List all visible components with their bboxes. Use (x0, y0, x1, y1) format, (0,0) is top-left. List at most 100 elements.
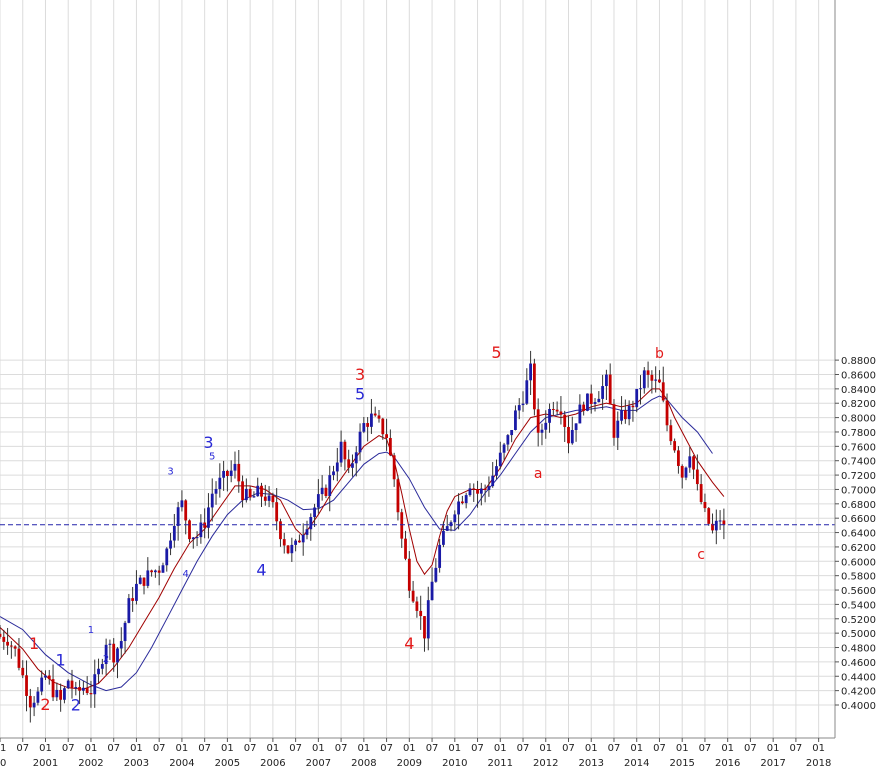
y-tick-label: 0.6200 (841, 543, 876, 554)
candle-body (305, 529, 309, 535)
candle-body (184, 500, 188, 521)
wave-label: 2 (71, 696, 81, 715)
x-year-label: 2003 (124, 758, 149, 769)
candle-body (555, 409, 559, 412)
x-month-label: 01 (676, 743, 689, 754)
candle-body (55, 689, 59, 698)
wave-label: b (655, 346, 664, 362)
wave-label: 1 (56, 650, 66, 669)
candle-body (127, 598, 131, 623)
candle-body (218, 477, 222, 489)
candle-body (491, 475, 495, 487)
candle-body (51, 679, 55, 698)
x-month-label: 01 (267, 743, 280, 754)
wave-label: 3 (355, 365, 365, 384)
x-month-label: 07 (244, 743, 257, 754)
candle-body (157, 570, 161, 573)
candle-body (191, 537, 195, 540)
candle-body (146, 570, 150, 586)
wave-label: 2 (103, 654, 109, 665)
wave-label: 2 (40, 695, 50, 714)
candle-body (0, 633, 2, 637)
candle-body (150, 570, 153, 573)
candle-body (6, 641, 9, 646)
candle-body (85, 687, 89, 693)
x-year-label: 2009 (397, 758, 422, 769)
candle-body (362, 423, 366, 432)
candle-body (627, 405, 631, 420)
candle-body (210, 493, 214, 508)
candle-body (354, 452, 358, 464)
x-month-label: 07 (653, 743, 666, 754)
x-year-label: 2010 (442, 758, 467, 769)
candle-body (453, 514, 457, 523)
candle-body (654, 379, 658, 381)
candle-body (2, 636, 6, 642)
candle-body (222, 470, 226, 478)
x-month-label: 01 (221, 743, 234, 754)
x-month-label: 01 (85, 743, 98, 754)
candle-body (180, 500, 184, 508)
candle-body (415, 601, 419, 611)
candle-body (313, 507, 316, 518)
candle-body (366, 423, 370, 427)
candle-body (351, 463, 354, 468)
candle-body (646, 370, 650, 375)
candle-body (153, 570, 157, 573)
candle-body (411, 590, 415, 602)
candle-body (400, 512, 404, 539)
x-year-label: 00 (0, 758, 6, 769)
candle-body (339, 441, 343, 463)
y-tick-label: 0.6600 (841, 514, 876, 525)
candle-body (563, 414, 567, 427)
x-month-label: 01 (130, 743, 143, 754)
candle-body (722, 520, 726, 525)
candle-body (21, 667, 25, 676)
candle-body (540, 429, 544, 433)
candle-body (332, 471, 335, 476)
wave-label: 1 (29, 634, 39, 653)
wave-label: 1 (88, 625, 94, 636)
candle-body (574, 423, 578, 431)
y-tick-label: 0.6800 (841, 500, 876, 511)
candle-body (707, 508, 711, 524)
candle-body (445, 526, 449, 531)
candle-body (460, 501, 464, 504)
candle-body (419, 610, 423, 617)
x-month-label: 07 (335, 743, 348, 754)
wave-label: 5 (355, 385, 365, 404)
candle-body (119, 641, 123, 649)
candle-body (404, 538, 407, 559)
candle-body (324, 487, 328, 496)
candle-body (294, 540, 298, 545)
y-tick-label: 0.6400 (841, 529, 876, 540)
candle-body (559, 411, 563, 415)
candle-body (347, 459, 351, 468)
candle-body (70, 680, 74, 689)
candle-body (650, 374, 654, 381)
candle-body (578, 404, 582, 424)
x-month-label: 07 (608, 743, 621, 754)
candle-body (93, 674, 97, 695)
candlestick-chart: 0.6508 0.4000 0.4200 0.4400 0.4600 0.4800 0.5… (0, 0, 882, 769)
candle-body (237, 463, 241, 482)
candle-body (506, 435, 510, 445)
candle-body (612, 404, 616, 438)
candle-body (423, 616, 426, 639)
candle-body (407, 558, 411, 591)
candle-body (229, 470, 233, 477)
y-tick-label: 0.5400 (841, 600, 876, 611)
candle-body (195, 537, 199, 539)
candle-body (131, 598, 135, 601)
candle-body (267, 495, 271, 501)
candle-body (142, 577, 146, 586)
x-month-label: 01 (403, 743, 416, 754)
candle-body (301, 534, 305, 543)
candle-body (256, 485, 260, 497)
candle-body (66, 680, 70, 689)
x-month-label: 01 (585, 743, 598, 754)
candle-body (298, 540, 301, 543)
candle-body (464, 495, 468, 504)
x-month-label: 07 (517, 743, 530, 754)
x-month-label: 07 (107, 743, 120, 754)
